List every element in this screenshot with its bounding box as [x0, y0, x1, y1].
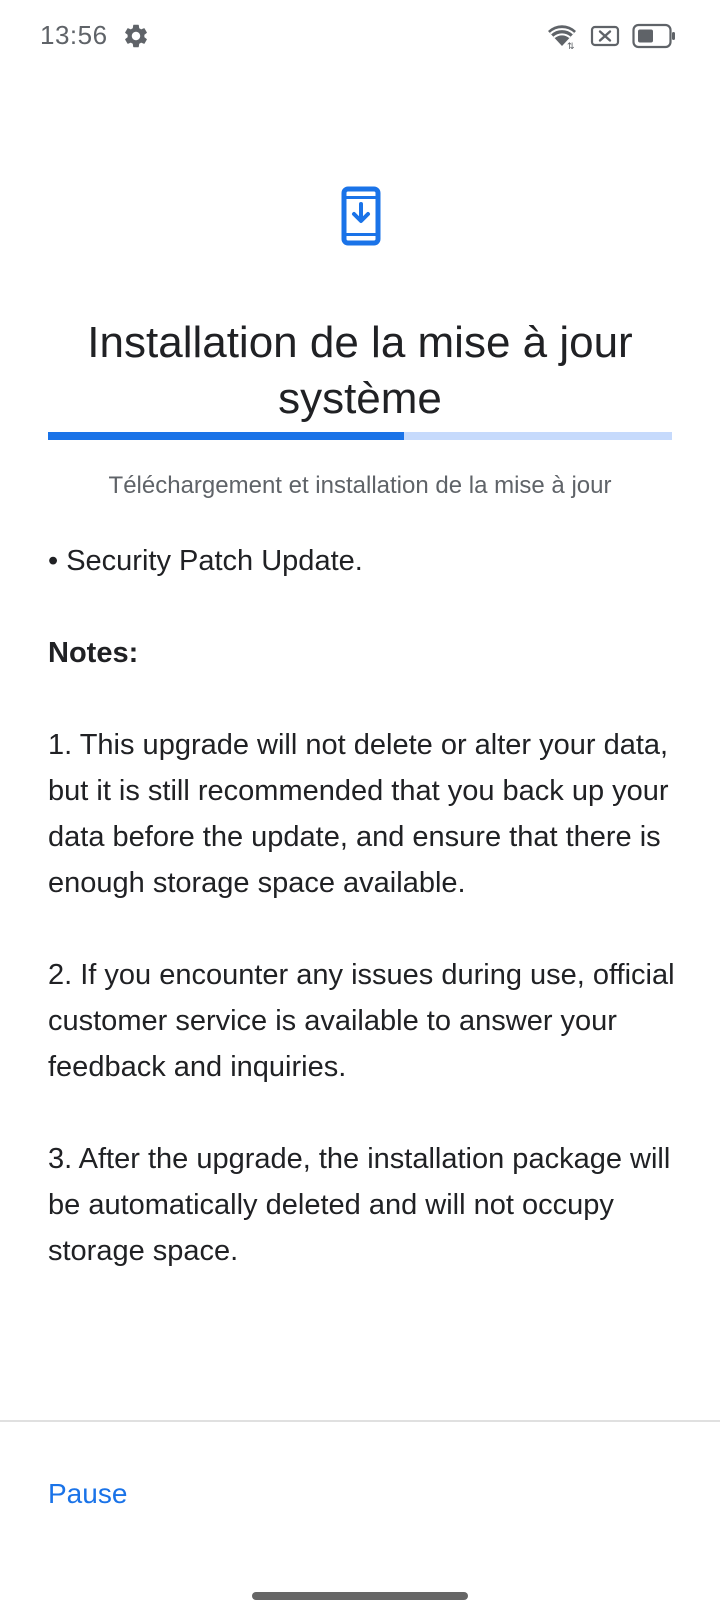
battery-icon	[632, 23, 676, 49]
footer-divider	[0, 1420, 720, 1422]
status-icons: ⇅	[546, 20, 676, 52]
status-bar: 13:56 ⇅	[0, 0, 720, 72]
release-notes: • Security Patch Update. Notes: 1. This …	[48, 538, 680, 1320]
svg-text:⇅: ⇅	[567, 42, 575, 50]
notes-heading: Notes:	[48, 637, 139, 669]
page-title: Installation de la mise à jour système	[87, 318, 633, 424]
status-time: 13:56	[40, 20, 108, 50]
progress-bar	[48, 432, 672, 440]
wifi-icon: ⇅	[546, 22, 578, 50]
progress-bar-fill	[48, 432, 404, 440]
no-sim-icon	[590, 24, 620, 48]
progress-status-text: Téléchargement et installation de la mis…	[108, 472, 612, 499]
note-item: 3. After the upgrade, the installation p…	[48, 1143, 671, 1267]
note-item: 1. This upgrade will not delete or alter…	[48, 729, 669, 899]
pause-button[interactable]: Pause	[48, 1476, 127, 1512]
system-update-icon	[341, 186, 381, 246]
note-item: 2. If you encounter any issues during us…	[48, 959, 675, 1083]
update-item: • Security Patch Update.	[48, 545, 363, 577]
home-indicator[interactable]	[252, 1592, 468, 1600]
settings-icon	[122, 22, 150, 50]
